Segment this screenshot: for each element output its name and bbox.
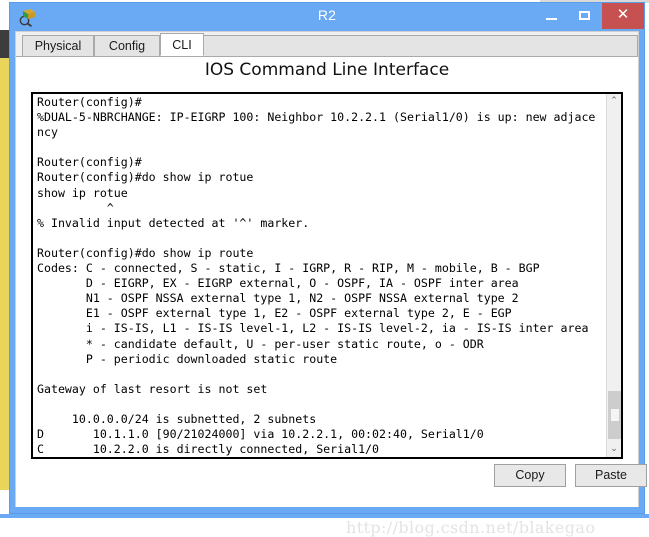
tab-cli[interactable]: CLI bbox=[160, 33, 204, 56]
cli-terminal[interactable]: Router(config)# %DUAL-5-NBRCHANGE: IP-EI… bbox=[33, 94, 606, 457]
desktop-background: R2 ✕ Physical Config CLI IOS Command Lin… bbox=[0, 0, 649, 537]
tab-strip: Physical Config CLI bbox=[16, 32, 638, 57]
tab-strip-filler bbox=[204, 35, 638, 56]
scroll-down-icon[interactable]: ⌄ bbox=[607, 442, 621, 457]
scrollbar-thumb-grip bbox=[611, 409, 619, 421]
background-app-yellow-strip bbox=[0, 30, 9, 490]
r2-device-window: R2 ✕ Physical Config CLI IOS Command Lin… bbox=[9, 2, 647, 537]
paste-button[interactable]: Paste bbox=[575, 464, 647, 487]
scrollbar-thumb[interactable] bbox=[608, 391, 621, 439]
close-button[interactable]: ✕ bbox=[602, 3, 644, 29]
window-title-bar[interactable]: R2 ✕ bbox=[10, 3, 644, 31]
close-icon: ✕ bbox=[616, 6, 630, 23]
copy-button[interactable]: Copy bbox=[494, 464, 566, 487]
desktop-bottom-bar bbox=[0, 514, 649, 518]
minimize-button[interactable] bbox=[534, 3, 568, 29]
maximize-button[interactable] bbox=[568, 3, 602, 29]
tab-config[interactable]: Config bbox=[94, 35, 160, 56]
window-client-area: Physical Config CLI IOS Command Line Int… bbox=[15, 31, 647, 537]
background-app-dark-strip bbox=[0, 30, 9, 58]
tab-physical[interactable]: Physical bbox=[22, 35, 94, 56]
scroll-up-icon[interactable]: ⌃ bbox=[607, 94, 621, 109]
terminal-scrollbar[interactable]: ⌃ ⌄ bbox=[606, 94, 621, 457]
panel-heading: IOS Command Line Interface bbox=[204, 60, 450, 80]
window-bottom-edge bbox=[10, 507, 644, 513]
terminal-output: Router(config)# %DUAL-5-NBRCHANGE: IP-EI… bbox=[37, 95, 596, 457]
minimize-icon bbox=[546, 18, 557, 20]
watermark-text: http://blog.csdn.net/blakegao bbox=[346, 518, 596, 537]
cli-terminal-frame: Router(config)# %DUAL-5-NBRCHANGE: IP-EI… bbox=[31, 92, 623, 459]
maximize-icon bbox=[579, 11, 590, 20]
